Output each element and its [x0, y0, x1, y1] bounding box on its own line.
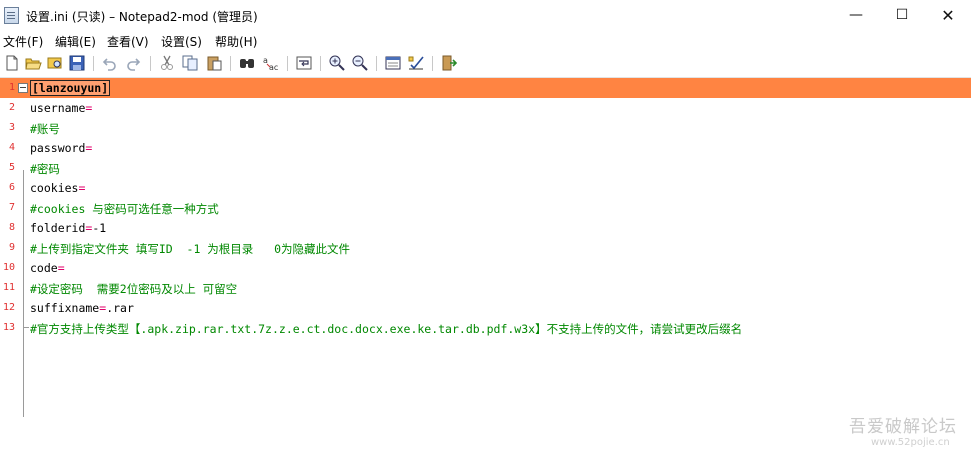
menu-settings[interactable]: 设置(S) — [161, 33, 202, 50]
line-number: 7 — [8, 202, 15, 213]
editor-line: 7 #cookies 与密码可选任意一种方式 — [0, 198, 971, 218]
line-number: 3 — [8, 122, 15, 133]
line-number: 1 — [8, 82, 15, 93]
toolbar-separator — [93, 56, 94, 71]
line-text: [lanzouyun] — [30, 80, 111, 96]
ini-key: password — [30, 141, 86, 155]
toolbar-separator — [150, 56, 151, 71]
line-text: code= — [30, 261, 65, 275]
editor-line: 5 #密码 — [0, 158, 971, 178]
find-icon[interactable] — [238, 54, 256, 72]
line-number: 13 — [2, 322, 15, 333]
svg-text:a: a — [263, 56, 268, 65]
watermark: 吾爱破解论坛 www.52pojie.cn — [849, 412, 967, 454]
ini-key: username — [30, 101, 86, 115]
editor-line: 1 [lanzouyun] — [0, 78, 971, 98]
fold-end-marker — [23, 327, 29, 328]
minimize-button[interactable]: — — [833, 0, 879, 31]
redo-icon[interactable] — [124, 54, 142, 72]
fold-toggle[interactable] — [18, 83, 28, 93]
line-text: folderid=-1 — [30, 221, 106, 235]
line-number: 4 — [8, 142, 15, 153]
zoom-in-icon[interactable] — [328, 54, 346, 72]
ini-section-header: [lanzouyun] — [30, 80, 111, 96]
line-text: suffixname=.rar — [30, 301, 134, 315]
line-number: 2 — [8, 102, 15, 113]
ini-key: folderid — [30, 221, 86, 235]
exit-icon[interactable] — [440, 54, 458, 72]
editor-line: 8 folderid=-1 — [0, 218, 971, 238]
line-number: 11 — [2, 282, 15, 293]
menu-view[interactable]: 查看(V) — [107, 33, 149, 50]
ini-comment: #官方支持上传类型【.apk.zip.rar.txt.7z.z.e.ct.doc… — [30, 322, 743, 336]
ini-equals: = — [57, 261, 65, 275]
menu-bar: 文件(F) 编辑(E) 查看(V) 设置(S) 帮助(H) — [0, 31, 971, 50]
toolbar-separator — [230, 56, 231, 71]
ini-equals: = — [85, 101, 93, 115]
editor-line: 12 suffixname=.rar — [0, 298, 971, 318]
editor-line: 2 username= — [0, 98, 971, 118]
close-button[interactable]: ✕ — [925, 0, 971, 31]
replace-icon[interactable]: a ac — [262, 54, 280, 72]
toolbar-separator — [287, 56, 288, 71]
line-number: 10 — [2, 262, 15, 273]
ini-comment: #cookies 与密码可选任意一种方式 — [30, 202, 219, 216]
menu-help[interactable]: 帮助(H) — [215, 33, 257, 50]
editor-line: 10 code= — [0, 258, 971, 278]
line-number: 9 — [8, 242, 15, 253]
undo-icon[interactable] — [101, 54, 119, 72]
ini-value: -1 — [92, 221, 107, 235]
new-file-icon[interactable] — [3, 54, 21, 72]
notepad-app-icon — [4, 7, 19, 24]
toolbar-separator — [320, 56, 321, 71]
ini-value: .rar — [106, 301, 134, 315]
line-number: 6 — [8, 182, 15, 193]
title-bar: 设置.ini (只读) – Notepad2-mod (管理员) — ☐ ✕ — [0, 0, 971, 31]
line-text: password= — [30, 141, 92, 155]
ini-comment: #密码 — [30, 162, 60, 176]
watermark-url: www.52pojie.cn — [871, 437, 950, 448]
cut-icon[interactable] — [158, 54, 176, 72]
editor-line: 4 password= — [0, 138, 971, 158]
save-icon[interactable] — [68, 54, 86, 72]
toolbar: a ac — [0, 51, 971, 78]
paste-icon[interactable] — [205, 54, 223, 72]
editor-line: 6 cookies= — [0, 178, 971, 198]
line-number: 12 — [2, 302, 15, 313]
line-number: 8 — [8, 222, 15, 233]
scheme-icon[interactable] — [384, 54, 402, 72]
toolbar-separator — [376, 56, 377, 71]
line-text: username= — [30, 101, 92, 115]
editor-line: 3 #账号 — [0, 118, 971, 138]
word-wrap-icon[interactable] — [295, 54, 313, 72]
customize-icon[interactable] — [407, 54, 425, 72]
menu-edit[interactable]: 编辑(E) — [55, 33, 96, 50]
copy-icon[interactable] — [181, 54, 199, 72]
ini-key: cookies — [30, 181, 79, 195]
ini-key: suffixname — [30, 301, 100, 315]
open-folder-icon[interactable] — [24, 54, 42, 72]
browse-icon[interactable] — [46, 54, 64, 72]
window-title: 设置.ini (只读) – Notepad2-mod (管理员) — [26, 10, 258, 24]
maximize-button[interactable]: ☐ — [879, 0, 925, 31]
ini-comment: #上传到指定文件夹 填写ID -1 为根目录 0为隐藏此文件 — [30, 242, 351, 256]
editor-line: 9 #上传到指定文件夹 填写ID -1 为根目录 0为隐藏此文件 — [0, 238, 971, 258]
menu-file[interactable]: 文件(F) — [3, 33, 43, 50]
ini-comment: #账号 — [30, 122, 60, 136]
editor-line: 11 #设定密码 需要2位密码及以上 可留空 — [0, 278, 971, 298]
line-text: cookies= — [30, 181, 85, 195]
svg-text:ac: ac — [269, 63, 278, 72]
ini-equals: = — [85, 141, 93, 155]
editor-line: 13 #官方支持上传类型【.apk.zip.rar.txt.7z.z.e.ct.… — [0, 318, 971, 338]
watermark-title: 吾爱破解论坛 — [849, 417, 957, 437]
editor-area[interactable]: 1 [lanzouyun] 2 username= 3 #账号 4 passwo… — [0, 78, 971, 460]
line-number: 5 — [8, 162, 15, 173]
ini-comment: #设定密码 需要2位密码及以上 可留空 — [30, 282, 238, 296]
ini-equals: = — [78, 181, 86, 195]
zoom-out-icon[interactable] — [351, 54, 369, 72]
ini-key: code — [30, 261, 58, 275]
toolbar-separator — [432, 56, 433, 71]
